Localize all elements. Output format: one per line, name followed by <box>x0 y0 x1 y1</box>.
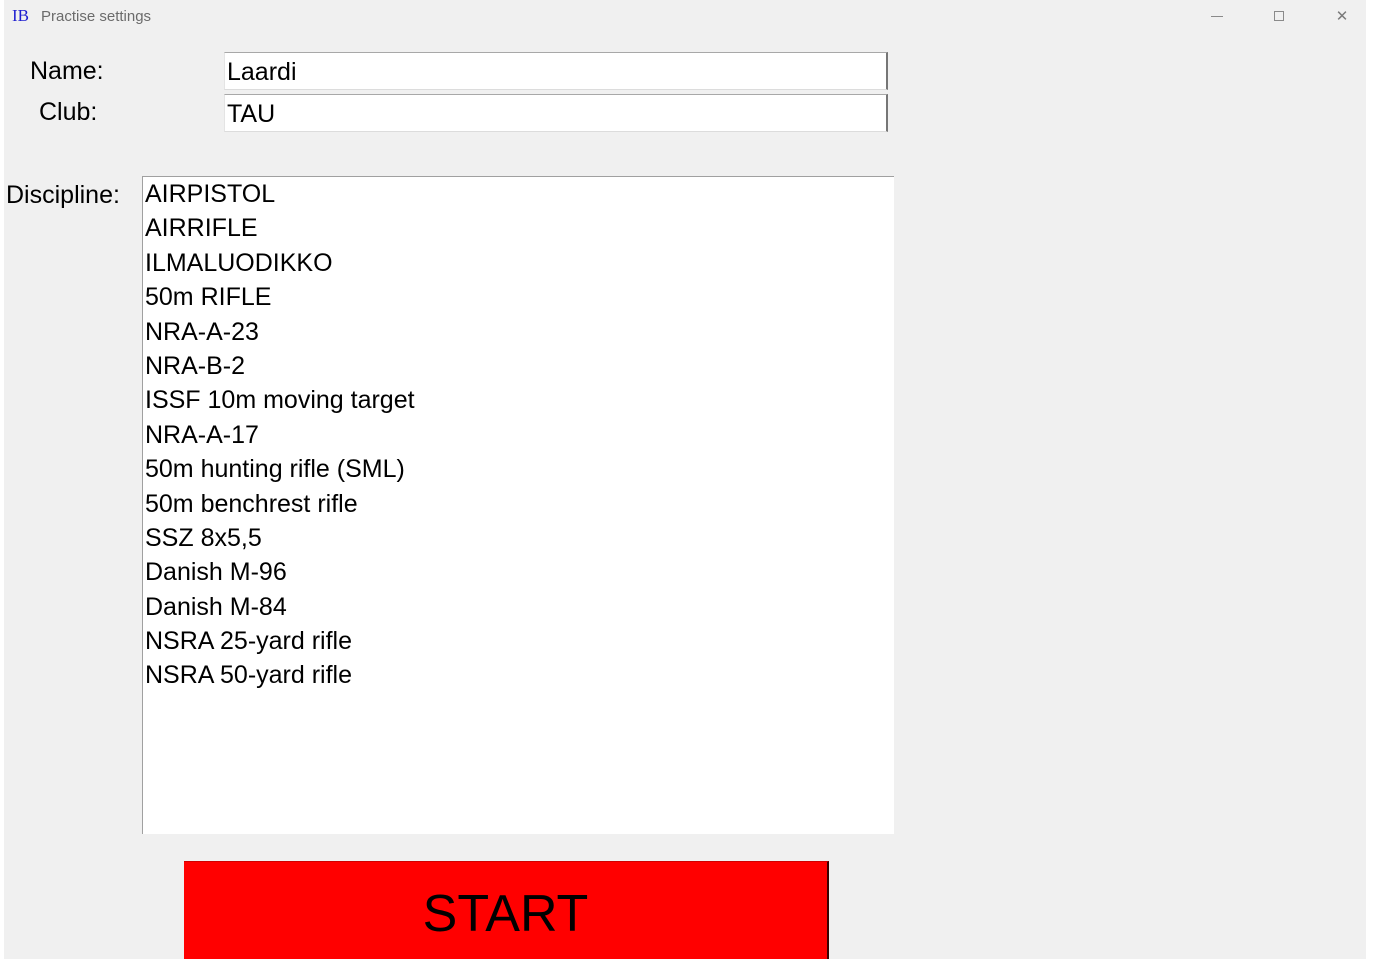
discipline-option[interactable]: AIRPISTOL <box>143 177 894 211</box>
name-label: Name: <box>30 57 104 85</box>
discipline-label: Discipline: <box>6 181 120 209</box>
discipline-option[interactable]: NSRA 50-yard rifle <box>143 658 894 692</box>
discipline-option[interactable]: NRA-B-2 <box>143 349 894 383</box>
discipline-option[interactable]: ISSF 10m moving target <box>143 383 894 417</box>
window-title: Practise settings <box>41 8 152 25</box>
start-button[interactable]: START <box>184 861 829 959</box>
discipline-option[interactable]: SSZ 8x5,5 <box>143 521 894 555</box>
name-input[interactable] <box>224 52 888 90</box>
discipline-listbox[interactable]: AIRPISTOL AIRRIFLE ILMALUODIKKO 50m RIFL… <box>142 176 894 834</box>
discipline-option[interactable]: AIRRIFLE <box>143 211 894 245</box>
title-bar[interactable]: IB Practise settings ✕ <box>4 0 1366 36</box>
discipline-option[interactable]: 50m benchrest rifle <box>143 487 894 521</box>
discipline-option[interactable]: NRA-A-23 <box>143 315 894 349</box>
discipline-option[interactable]: Danish M-96 <box>143 555 894 589</box>
close-button[interactable]: ✕ <box>1319 0 1365 32</box>
discipline-option[interactable]: 50m RIFLE <box>143 280 894 314</box>
minimize-icon <box>1211 15 1223 17</box>
close-icon: ✕ <box>1335 7 1349 25</box>
maximize-button[interactable] <box>1256 0 1302 32</box>
discipline-option[interactable]: ILMALUODIKKO <box>143 246 894 280</box>
club-input[interactable] <box>224 94 888 132</box>
maximize-icon <box>1274 11 1284 21</box>
discipline-option[interactable]: NSRA 25-yard rifle <box>143 624 894 658</box>
club-label: Club: <box>39 98 98 126</box>
discipline-option[interactable]: Danish M-84 <box>143 590 894 624</box>
app-icon: IB <box>12 6 29 25</box>
discipline-option[interactable]: NRA-A-17 <box>143 418 894 452</box>
practise-settings-window: IB Practise settings ✕ Name: Club: Disci… <box>4 0 1366 959</box>
minimize-button[interactable] <box>1194 0 1240 32</box>
discipline-option[interactable]: 50m hunting rifle (SML) <box>143 452 894 486</box>
